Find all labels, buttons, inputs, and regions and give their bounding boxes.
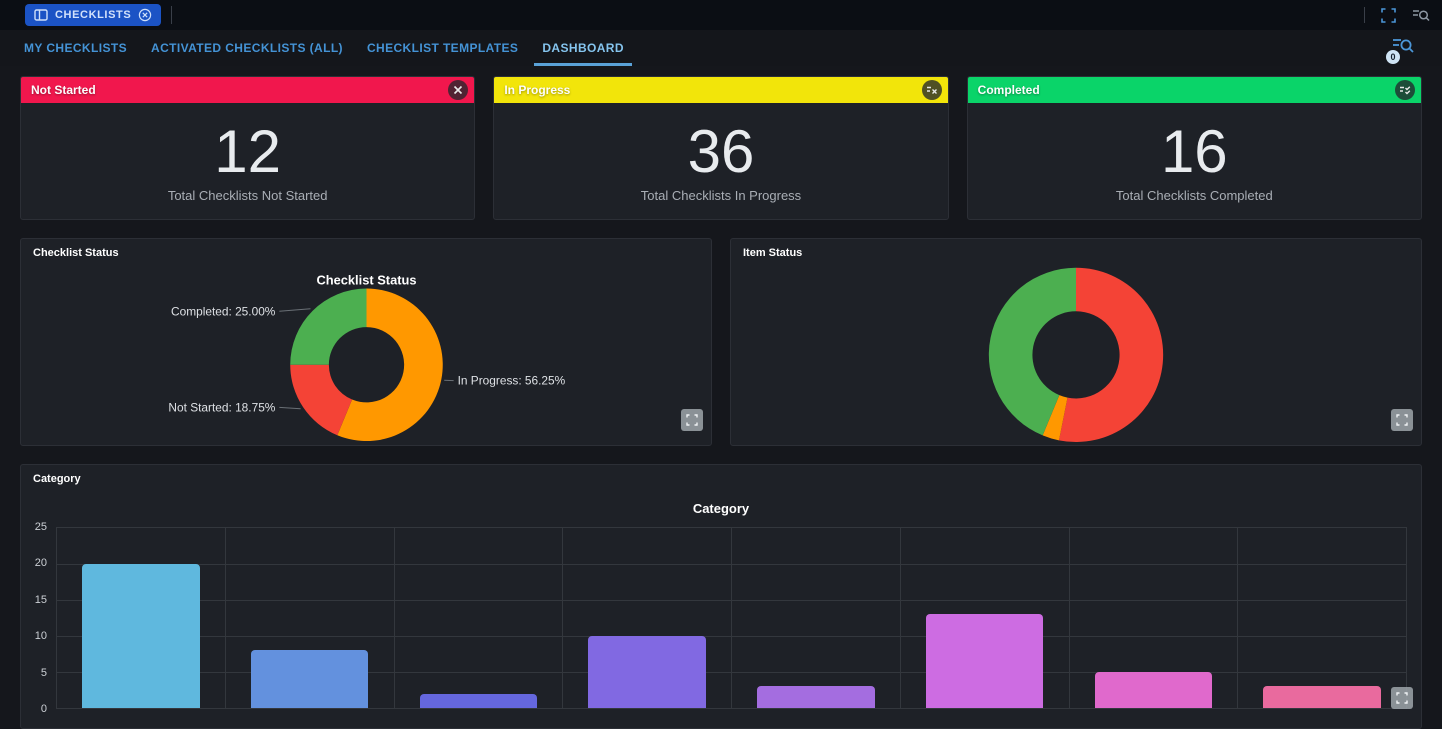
y-axis-tick: 0 [21, 703, 47, 715]
bar-column [563, 528, 732, 708]
bar-7[interactable] [1095, 672, 1212, 708]
chart-title: Checklist Status [316, 273, 416, 288]
bar-4[interactable] [588, 636, 705, 708]
count-badge: 0 [1386, 50, 1400, 64]
tab-checklist-templates[interactable]: CHECKLIST TEMPLATES [359, 30, 526, 66]
bar-column [732, 528, 901, 708]
window-tab-separator [171, 6, 172, 24]
y-axis-tick: 25 [21, 521, 47, 533]
list-check-icon[interactable] [1395, 80, 1415, 100]
bar-2[interactable] [251, 650, 368, 708]
stat-caption: Total Checklists In Progress [641, 188, 801, 203]
stat-value: 16 [1161, 122, 1228, 182]
donut-slice-completed[interactable] [290, 289, 366, 365]
stat-card-header: In Progress [494, 77, 947, 103]
item-status-donut-chart [731, 239, 1421, 445]
tab-my-checklists[interactable]: MY CHECKLISTS [16, 30, 135, 66]
checklist-status-donut-chart: Completed: 25.00% In Progress: 56.25% Not … [21, 239, 711, 445]
panel-header: Checklist Status [33, 247, 119, 259]
fullscreen-icon[interactable] [1381, 8, 1396, 23]
donut-label: In Progress: 56.25% [458, 374, 566, 388]
bar-chart: 0 5 10 15 20 25 [21, 465, 1421, 728]
stat-caption: Total Checklists Not Started [168, 188, 328, 203]
tab-bar: MY CHECKLISTS ACTIVATED CHECKLISTS (ALL)… [0, 30, 1442, 66]
tab-activated-checklists[interactable]: ACTIVATED CHECKLISTS (ALL) [143, 30, 351, 66]
bar-column [226, 528, 395, 708]
bar-1[interactable] [82, 564, 199, 708]
expand-icon[interactable] [681, 409, 703, 431]
y-axis-tick: 15 [21, 594, 47, 606]
bar-column [57, 528, 226, 708]
bar-6[interactable] [926, 614, 1043, 708]
stat-value: 12 [214, 122, 281, 182]
stat-card-title: Not Started [31, 83, 96, 97]
bar-3[interactable] [420, 694, 537, 708]
topbar-separator [1364, 7, 1365, 23]
bar-column [1070, 528, 1239, 708]
stat-caption: Total Checklists Completed [1116, 188, 1273, 203]
stat-card-header: Not Started [21, 77, 474, 103]
y-axis-tick: 5 [21, 667, 47, 679]
checklists-window-tab[interactable]: CHECKLISTS [25, 4, 161, 26]
item-status-panel: Item Status [730, 238, 1422, 446]
close-icon[interactable] [448, 80, 468, 100]
donut-label: Completed: 25.00% [171, 304, 276, 318]
panel-header: Category [33, 473, 81, 485]
label-leader-line [279, 309, 310, 312]
stat-card-title: Completed [978, 83, 1040, 97]
bar-5[interactable] [757, 686, 874, 708]
expand-icon[interactable] [1391, 687, 1413, 709]
bar-column [395, 528, 564, 708]
bar-8[interactable] [1263, 686, 1380, 708]
stat-card-completed: Completed 16 Total Checklists Completed [967, 76, 1422, 220]
panel-header: Item Status [743, 247, 802, 259]
y-axis-tick: 10 [21, 630, 47, 642]
window-layout-icon [34, 9, 48, 21]
stat-card-in-progress: In Progress 36 Total Checklists In Progr… [493, 76, 948, 220]
bar-column [1238, 528, 1406, 708]
stat-card-title: In Progress [504, 83, 570, 97]
filter-search-icon[interactable]: 0 [1392, 37, 1414, 59]
window-tab-label: CHECKLISTS [55, 9, 131, 21]
category-panel: Category Category 0510152025 [20, 464, 1422, 729]
close-circle-icon[interactable] [138, 8, 152, 22]
checklist-status-panel: Checklist Status Completed: 25.00% In Pro… [20, 238, 712, 446]
stat-value: 36 [688, 122, 755, 182]
expand-icon[interactable] [1391, 409, 1413, 431]
bar-column [901, 528, 1070, 708]
list-x-icon[interactable] [922, 80, 942, 100]
bar-plot-area [56, 527, 1407, 709]
top-window-bar: CHECKLISTS [0, 0, 1442, 30]
tab-dashboard[interactable]: DASHBOARD [534, 30, 632, 66]
stat-card-not-started: Not Started 12 Total Checklists Not Star… [20, 76, 475, 220]
search-list-icon[interactable] [1412, 8, 1430, 22]
label-leader-line [279, 407, 300, 408]
y-axis-tick: 20 [21, 557, 47, 569]
donut-label: Not Started: 18.75% [168, 400, 275, 414]
stat-card-header: Completed [968, 77, 1421, 103]
